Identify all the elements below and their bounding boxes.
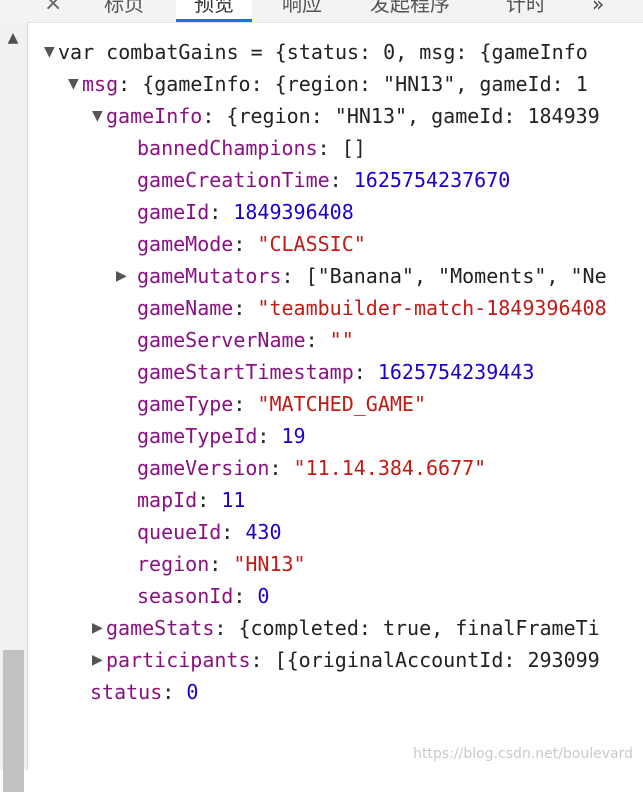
property-value: ["Banana", "Moments", "Ne bbox=[305, 264, 607, 288]
tree-row-gameservername[interactable]: gameServerName: "" bbox=[137, 324, 354, 356]
property-key: region bbox=[137, 552, 210, 576]
property-value: "HN13" bbox=[233, 552, 306, 576]
property-value: 1625754239443 bbox=[377, 360, 535, 384]
tree-row-queueid[interactable]: queueId: 430 bbox=[137, 516, 282, 548]
property-key: bannedChampions bbox=[137, 136, 318, 160]
tree-row-bannedchampions[interactable]: bannedChampions: [] bbox=[137, 132, 366, 164]
property-key: gameStartTimestamp bbox=[137, 360, 354, 384]
close-icon[interactable]: × bbox=[44, 0, 62, 22]
tree-row-mapid[interactable]: mapId: 11 bbox=[137, 484, 245, 516]
property-key: status bbox=[90, 680, 163, 704]
tree-row-gamename[interactable]: gameName: "teambuilder-match-1849396408 bbox=[137, 292, 607, 324]
collapsed-triangle-icon[interactable]: ▶ bbox=[92, 612, 106, 644]
tree-row-gamemode[interactable]: gameMode: "CLASSIC" bbox=[137, 228, 366, 260]
property-preview: {gameInfo: {region: "HN13", gameId: 1 bbox=[142, 72, 588, 96]
console-object-tree: ▼ var combatGains = {status: 0, msg: {gam… bbox=[28, 22, 643, 770]
tree-row-gamestarttimestamp[interactable]: gameStartTimestamp: 1625754239443 bbox=[137, 356, 534, 388]
tab-initiator[interactable]: 发起程序 bbox=[370, 0, 450, 22]
tree-row-participants[interactable]: ▶ participants: [{originalAccountId: 2930… bbox=[92, 644, 600, 676]
tab-response[interactable]: 响应 bbox=[282, 0, 322, 22]
property-key: mapId bbox=[137, 488, 198, 512]
property-key: gameStats bbox=[106, 616, 215, 640]
tab-headers[interactable]: 标页 bbox=[104, 0, 144, 22]
scroll-up-arrow-icon[interactable]: ▲ bbox=[2, 28, 24, 48]
scrollbar-thumb[interactable] bbox=[3, 650, 24, 792]
property-value: "" bbox=[329, 328, 354, 352]
tree-row-gametype[interactable]: gameType: "MATCHED_GAME" bbox=[137, 388, 426, 420]
property-value: 0 bbox=[186, 680, 199, 704]
tree-row-gamestats[interactable]: ▶ gameStats: {completed: true, finalFrame… bbox=[92, 612, 600, 644]
property-key: gameId bbox=[137, 200, 210, 224]
tree-row-gamecreationtime[interactable]: gameCreationTime: 1625754237670 bbox=[137, 164, 510, 196]
tree-row-status[interactable]: status: 0 bbox=[90, 676, 198, 708]
tree-row-gameversion[interactable]: gameVersion: "11.14.384.6677" bbox=[137, 452, 486, 484]
property-value: 0 bbox=[257, 584, 270, 608]
property-value: "MATCHED_GAME" bbox=[257, 392, 426, 416]
property-key: gameCreationTime bbox=[137, 168, 330, 192]
collapsed-triangle-icon[interactable]: ▶ bbox=[92, 644, 106, 676]
tab-timing[interactable]: 计时 bbox=[506, 0, 546, 22]
collapsed-triangle-icon[interactable]: ▶ bbox=[116, 260, 130, 292]
property-preview: [{originalAccountId: 293099 bbox=[274, 648, 600, 672]
tree-row-gameid[interactable]: gameId: 1849396408 bbox=[137, 196, 354, 228]
tree-row-gametypeid[interactable]: gameTypeId: 19 bbox=[137, 420, 306, 452]
property-key: gameType bbox=[137, 392, 234, 416]
expanded-triangle-icon[interactable]: ▼ bbox=[44, 36, 58, 68]
vertical-scrollbar[interactable]: ▲ bbox=[0, 22, 28, 792]
property-preview: {region: "HN13", gameId: 184939 bbox=[226, 104, 600, 128]
property-value: 11 bbox=[221, 488, 246, 512]
property-value: [] bbox=[341, 136, 366, 160]
property-value: "teambuilder-match-1849396408 bbox=[257, 296, 607, 320]
tab-preview[interactable]: 预览 bbox=[176, 0, 252, 22]
property-key: gameTypeId bbox=[137, 424, 258, 448]
tree-row-gameinfo[interactable]: ▼ gameInfo: {region: "HN13", gameId: 1849… bbox=[92, 100, 600, 132]
watermark: https://blog.csdn.net/boulevard bbox=[413, 746, 633, 762]
tree-row-region[interactable]: region: "HN13" bbox=[137, 548, 306, 580]
tree-row-gamemutators[interactable]: ▶ gameMutators: ["Banana", "Moments", "Ne bbox=[116, 260, 607, 292]
property-value: "11.14.384.6677" bbox=[293, 456, 487, 480]
property-key: seasonId bbox=[137, 584, 234, 608]
tree-row-seasonid[interactable]: seasonId: 0 bbox=[137, 580, 269, 612]
property-key: gameMutators bbox=[137, 264, 282, 288]
property-preview: {completed: true, finalFrameTi bbox=[238, 616, 600, 640]
devtools-tab-strip: × 标页 预览 响应 发起程序 计时 » bbox=[0, 0, 643, 23]
property-value: 1625754237670 bbox=[353, 168, 511, 192]
property-value: 430 bbox=[245, 520, 282, 544]
property-key: gameInfo bbox=[106, 104, 203, 128]
property-value: "CLASSIC" bbox=[257, 232, 366, 256]
expanded-triangle-icon[interactable]: ▼ bbox=[92, 100, 106, 132]
expanded-triangle-icon[interactable]: ▼ bbox=[68, 68, 82, 100]
property-key: gameServerName bbox=[137, 328, 306, 352]
more-tabs-icon[interactable]: » bbox=[592, 0, 604, 22]
property-key: queueId bbox=[137, 520, 222, 544]
property-key: gameVersion bbox=[137, 456, 270, 480]
property-value: 19 bbox=[281, 424, 306, 448]
property-key: participants bbox=[106, 648, 251, 672]
property-value: 1849396408 bbox=[233, 200, 354, 224]
property-key: msg bbox=[82, 72, 119, 96]
root-expression-row[interactable]: ▼ var combatGains = {status: 0, msg: {gam… bbox=[44, 36, 588, 68]
property-key: gameName bbox=[137, 296, 234, 320]
property-key: gameMode bbox=[137, 232, 234, 256]
tree-row-msg[interactable]: ▼ msg: {gameInfo: {region: "HN13", gameId… bbox=[68, 68, 588, 100]
root-expression-text: var combatGains = {status: 0, msg: {game… bbox=[58, 40, 588, 64]
